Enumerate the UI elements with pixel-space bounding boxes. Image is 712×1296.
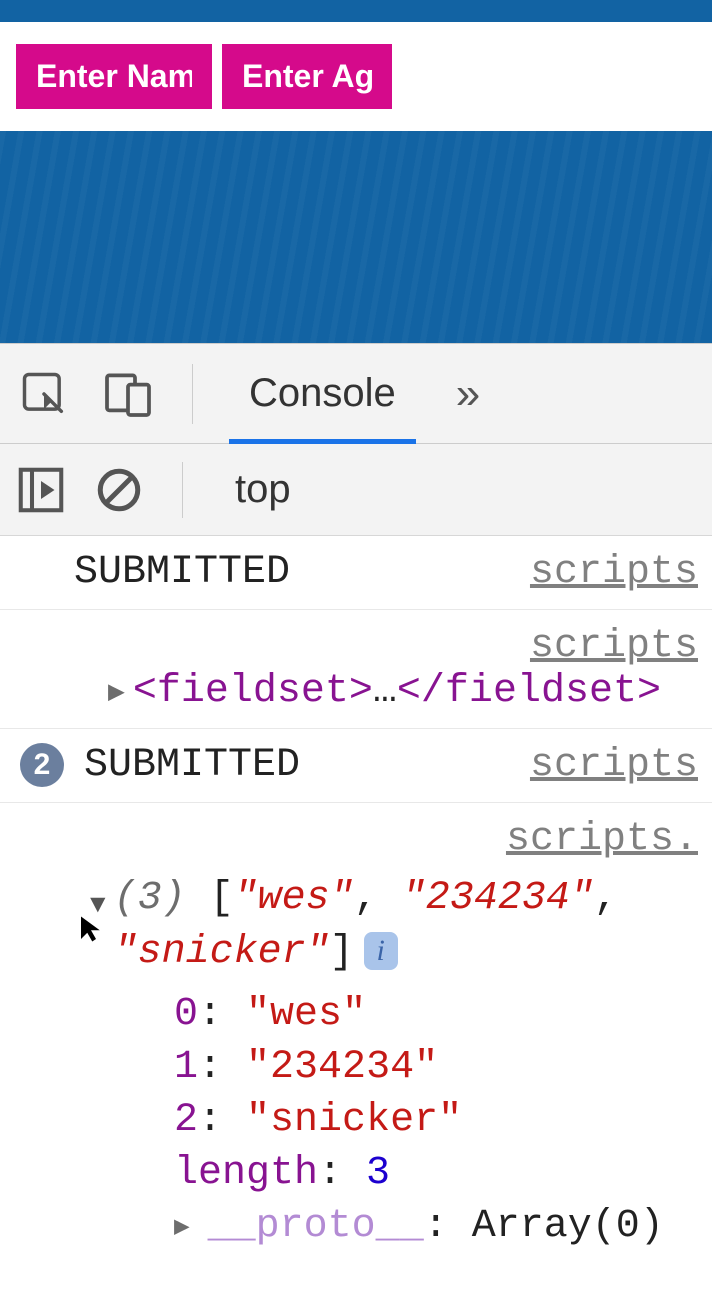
array-preview: (3) ["wes", "234234","snicker"]i [114,872,618,980]
context-selector[interactable]: top [221,467,291,512]
console-row: 2 SUBMITTED scripts [0,729,712,803]
name-input[interactable] [16,44,212,109]
page-top-bar [0,0,712,22]
array-items: 0: "wes" 1: "234234" 2: "snicker" length… [90,980,700,1253]
array-length: length: 3 [174,1147,700,1200]
console-message: SUBMITTED [74,743,530,788]
console-source-link[interactable]: scripts [530,624,700,669]
console-output: SUBMITTED scripts scripts ▶ <fieldset>…<… [0,536,712,1267]
element-tag: </fieldset> [397,669,661,714]
logged-element[interactable]: ▶ <fieldset>…</fieldset> [20,669,700,714]
console-source-link[interactable]: scripts [530,743,700,788]
console-row: SUBMITTED scripts [0,536,712,610]
repeat-count-badge: 2 [20,743,64,787]
array-item: 0: "wes" [174,988,700,1041]
logged-array[interactable]: ▼ (3) ["wes", "234234","snicker"]i 0: "w… [20,862,700,1253]
array-proto[interactable]: ▶ __proto__: Array(0) [174,1200,700,1253]
clear-console-icon[interactable] [94,465,144,515]
age-input[interactable] [222,44,392,109]
element-ellipsis: … [373,669,397,714]
devtools-panel: Console » top SUBMITTED scripts [0,343,712,1267]
console-message [20,817,506,862]
info-icon[interactable]: i [364,932,398,970]
console-row: scripts. ▼ (3) ["wes", "234234","snicker… [0,803,712,1267]
more-tabs-icon[interactable]: » [446,369,490,419]
execution-icon[interactable] [14,463,68,517]
device-toggle-icon[interactable] [100,366,156,422]
console-toolbar: top [0,444,712,536]
divider [182,462,183,518]
array-item: 1: "234234" [174,1041,700,1094]
inspect-icon[interactable] [18,368,70,420]
console-source-link[interactable]: scripts. [506,817,700,862]
cursor-icon [78,914,104,944]
element-tag: <fieldset> [133,669,373,714]
expand-icon[interactable]: ▶ [174,1211,190,1242]
devtools-tab-bar: Console » [0,344,712,444]
console-message: SUBMITTED [20,550,530,595]
console-message [20,624,530,669]
page-input-row [0,22,712,131]
console-row: scripts ▶ <fieldset>…</fieldset> [0,610,712,729]
page-background [0,131,712,343]
divider [192,364,193,424]
expand-icon[interactable]: ▶ [108,674,125,709]
console-source-link[interactable]: scripts [530,550,700,595]
array-item: 2: "snicker" [174,1094,700,1147]
tab-console[interactable]: Console [229,345,416,442]
